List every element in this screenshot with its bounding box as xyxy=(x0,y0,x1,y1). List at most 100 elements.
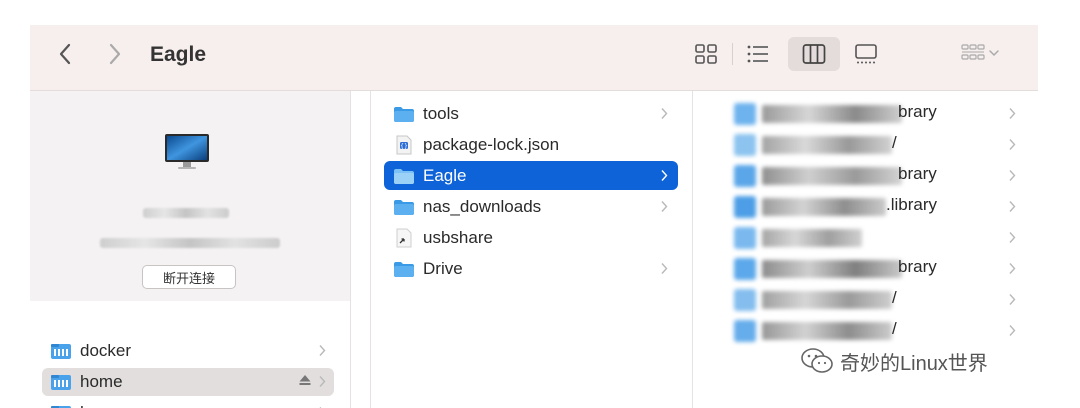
chevron-right-icon xyxy=(661,201,668,212)
shared-folder-icon xyxy=(51,406,71,408)
sidebar-item-label: home xyxy=(80,372,123,391)
chevron-right-icon xyxy=(1009,232,1016,243)
chevron-right-icon xyxy=(1009,201,1016,212)
file-item-tools[interactable]: tools xyxy=(384,99,678,128)
sidebar: 断开连接 docker home xyxy=(30,91,350,408)
file-item-label: / xyxy=(892,133,897,152)
file-item-label: tools xyxy=(423,103,459,123)
imac-icon xyxy=(165,134,209,169)
redacted-name xyxy=(762,291,892,309)
watermark: 奇妙的Linux世界 xyxy=(800,344,988,378)
shared-folder-icon xyxy=(51,344,71,359)
chevron-right-icon xyxy=(661,108,668,119)
file-item-label: brary xyxy=(898,164,937,183)
json-file-icon: {} xyxy=(396,135,412,154)
svg-text:{}: {} xyxy=(400,143,408,150)
window-title: Eagle xyxy=(150,43,207,66)
file-item-label: / xyxy=(892,288,897,307)
library-item[interactable]: / xyxy=(706,130,1026,159)
column-view-icon xyxy=(802,44,826,64)
library-item[interactable]: / xyxy=(706,316,1026,345)
server-name-redacted xyxy=(143,208,229,218)
wechat-icon xyxy=(801,348,833,373)
chevron-right-icon xyxy=(109,43,121,65)
disconnect-button[interactable]: 断开连接 xyxy=(142,265,236,289)
group-by-button[interactable] xyxy=(952,37,1008,71)
server-info-card: 断开连接 xyxy=(30,91,350,301)
library-icon xyxy=(734,165,756,187)
folder-icon xyxy=(394,168,414,184)
chevron-right-icon xyxy=(661,170,668,181)
file-item-label: .library xyxy=(886,195,938,214)
shared-folder-icon xyxy=(51,375,71,390)
eject-icon[interactable] xyxy=(298,373,312,387)
toolbar-separator xyxy=(732,43,733,65)
folder-icon xyxy=(394,199,414,215)
watermark-text: 奇妙的Linux世界 xyxy=(840,352,988,375)
list-view-button[interactable] xyxy=(738,37,778,71)
chevron-right-icon xyxy=(1009,294,1016,305)
sidebar-item-label: docker xyxy=(80,341,132,360)
file-item-package-lock[interactable]: {} package-lock.json xyxy=(384,130,678,159)
file-item-label: Drive xyxy=(423,258,463,278)
chevron-right-icon xyxy=(1009,139,1016,150)
library-icon xyxy=(734,320,756,342)
chevron-right-icon xyxy=(319,345,326,356)
gallery-view-icon xyxy=(855,44,877,64)
redacted-name xyxy=(762,167,902,185)
file-item-label: Eagle xyxy=(423,165,467,185)
redacted-name xyxy=(762,260,902,278)
library-item[interactable]: brary xyxy=(706,99,1026,128)
library-icon xyxy=(734,103,756,125)
redacted-name xyxy=(762,229,862,247)
back-button[interactable] xyxy=(50,39,80,69)
file-item-eagle[interactable]: Eagle xyxy=(384,161,678,190)
server-address-redacted xyxy=(100,238,280,248)
redacted-name xyxy=(762,136,892,154)
library-item[interactable]: brary xyxy=(706,254,1026,283)
file-item-usbshare[interactable]: usbshare xyxy=(384,223,678,252)
file-item-label: usbshare xyxy=(423,227,493,247)
sidebar-item-docker[interactable]: docker xyxy=(42,337,334,365)
file-item-label: brary xyxy=(898,102,937,121)
forward-button[interactable] xyxy=(100,39,130,69)
library-icon xyxy=(734,258,756,280)
library-icon xyxy=(734,289,756,311)
chevron-left-icon xyxy=(59,43,71,65)
alias-file-icon xyxy=(396,228,412,247)
file-item-label: brary xyxy=(898,257,937,276)
sidebar-item-home[interactable]: home xyxy=(42,368,334,396)
chevron-right-icon xyxy=(1009,108,1016,119)
folder-icon xyxy=(394,261,414,277)
file-item-drive[interactable]: Drive xyxy=(384,254,678,283)
grid-view-icon xyxy=(695,44,717,64)
file-item-label: package-lock.json xyxy=(423,134,560,154)
library-item[interactable]: .library xyxy=(706,192,1026,221)
chevron-right-icon xyxy=(1009,170,1016,181)
library-item[interactable]: brary xyxy=(706,161,1026,190)
redacted-name xyxy=(762,198,886,216)
folder-icon xyxy=(394,106,414,122)
toolbar: Eagle xyxy=(30,25,1038,91)
redacted-name xyxy=(762,105,902,123)
column-view-button[interactable] xyxy=(788,37,840,71)
file-item-label: nas_downloads xyxy=(423,196,542,216)
library-icon xyxy=(734,227,756,249)
group-by-icon xyxy=(961,44,999,60)
grid-view-button[interactable] xyxy=(686,37,726,71)
sidebar-item-label: homes xyxy=(80,403,131,408)
library-item[interactable]: / xyxy=(706,285,1026,314)
chevron-right-icon xyxy=(661,263,668,274)
file-item-label: / xyxy=(892,319,897,338)
library-icon xyxy=(734,196,756,218)
library-item[interactable] xyxy=(706,223,1026,252)
list-view-icon xyxy=(747,45,768,63)
chevron-right-icon xyxy=(1009,263,1016,274)
sidebar-item-homes[interactable]: homes xyxy=(42,399,334,408)
gallery-view-button[interactable] xyxy=(846,37,886,71)
chevron-right-icon xyxy=(319,376,326,387)
file-item-nas-downloads[interactable]: nas_downloads xyxy=(384,192,678,221)
redacted-name xyxy=(762,322,892,340)
column-divider xyxy=(350,91,351,408)
file-column-1: tools {} package-lock.json Eagle nas_dow… xyxy=(370,91,692,408)
